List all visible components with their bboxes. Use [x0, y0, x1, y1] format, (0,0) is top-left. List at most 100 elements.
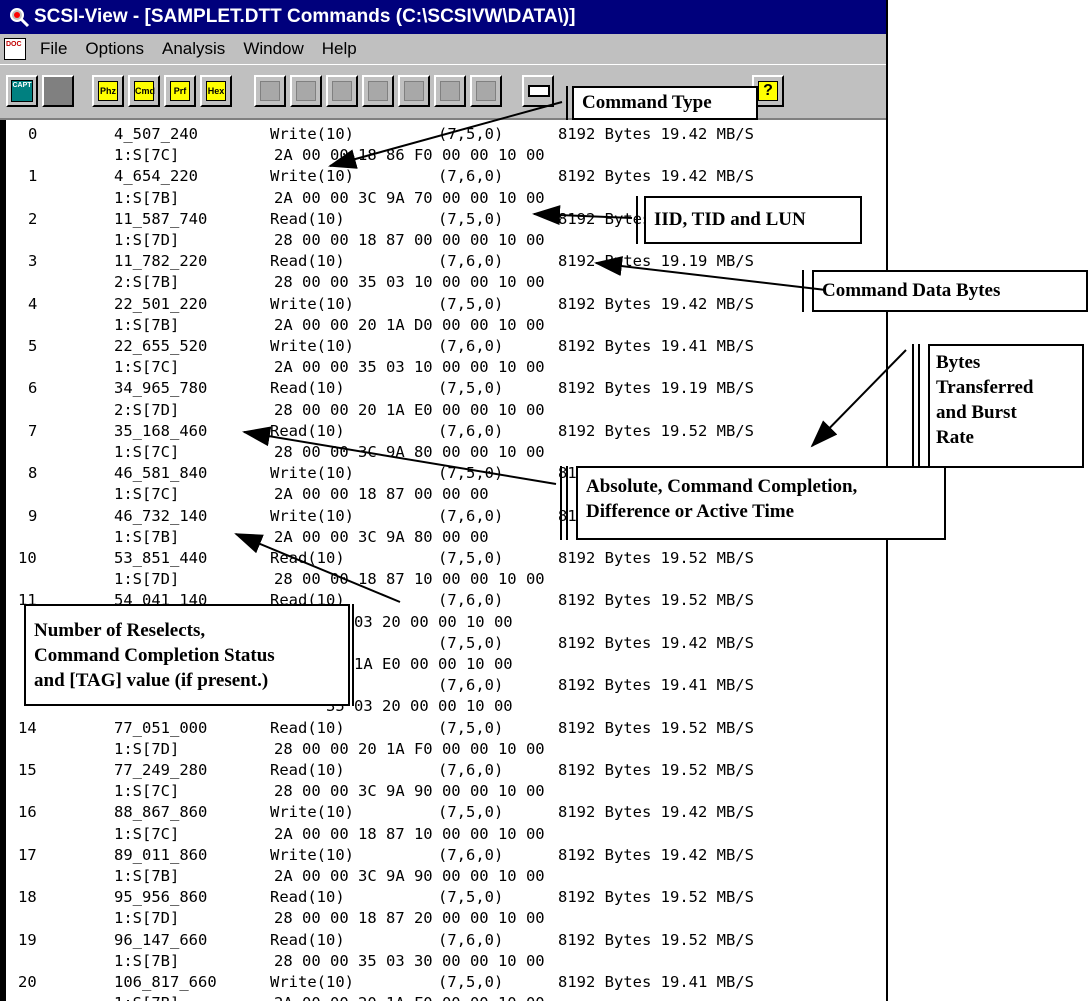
- command-bytes: 8192 Bytes 19.42 MB/S: [558, 845, 754, 864]
- scsi-view-app-icon[interactable]: [8, 6, 30, 28]
- command-idx: 7: [28, 421, 38, 440]
- command-cmd: Read(10): [270, 761, 345, 779]
- command-idx: 8: [28, 464, 38, 483]
- command-ids: (7,6,0): [438, 252, 504, 271]
- menu-help[interactable]: Help: [322, 39, 357, 59]
- command-cmd: Read(10): [270, 252, 345, 271]
- menu-file[interactable]: File: [40, 39, 67, 59]
- command-bytes: 8192 Bytes 19.42 MB/S: [558, 633, 754, 652]
- command-ids: (7,6,0): [438, 591, 504, 610]
- command-cmd: Read(10): [270, 930, 345, 949]
- menu-window[interactable]: Window: [243, 39, 303, 59]
- command-idx: 9: [28, 506, 38, 525]
- command-time: 11_587_740: [114, 209, 208, 228]
- command-idx: 18: [18, 888, 37, 907]
- title-bar[interactable]: SCSI-View - [SAMPLET.DTT Commands (C:\SC…: [0, 0, 886, 34]
- callout-completion-line: Absolute, Command Completion,: [586, 476, 858, 497]
- command-cmd: Write(10): [270, 973, 354, 991]
- command-ids: (7,5,0): [438, 464, 504, 483]
- capture-button[interactable]: CAPT: [6, 75, 38, 107]
- command-idx: 6: [28, 379, 38, 398]
- command-idx: 16: [18, 803, 37, 822]
- disabled-button-5[interactable]: [398, 75, 430, 107]
- command-data: 2A 00 00 18 87 00 00 00: [274, 485, 489, 504]
- disabled-button-3[interactable]: [326, 75, 358, 107]
- window-title: SCSI-View - [SAMPLET.DTT Commands (C:\SC…: [34, 6, 576, 27]
- disabled-icon: [368, 81, 388, 101]
- command-cmd: Read(10): [270, 379, 345, 398]
- command-data: 28 00 00 20 1A E0 00 00 10 00: [274, 400, 545, 419]
- command-sub: 1:S[7C]: [114, 485, 180, 504]
- stop-button[interactable]: [42, 75, 74, 107]
- command-idx: 5: [28, 337, 38, 355]
- command-ids: (7,5,0): [438, 803, 504, 822]
- callout-command-type-text: Command Type: [582, 92, 712, 113]
- command-sub: 1:S[7B]: [114, 951, 180, 970]
- command-bytes: 8192 Bytes 19.52 MB/S: [558, 761, 754, 779]
- bracket-line: [912, 344, 914, 468]
- command-time: 46_581_840: [114, 464, 208, 483]
- command-time: 53_851_440: [114, 549, 208, 567]
- command-bytes: 8192 Bytes 19.41 MB/S: [558, 337, 754, 355]
- command-sub: 1:S[7B]: [114, 867, 180, 885]
- command-data: 28 00 00 35 03 30 00 00 10 00: [274, 951, 545, 970]
- command-data: 28 00 00 3C 9A 80 00 00 10 00: [274, 443, 545, 461]
- command-view-button[interactable]: Cmd: [128, 75, 160, 107]
- command-bytes: 8192 Bytes 19.19 MB/S: [558, 252, 754, 271]
- command-cmd: Read(10): [270, 549, 345, 567]
- bracket-line: [566, 86, 568, 120]
- command-time: 4_507_240: [114, 125, 198, 143]
- menu-options[interactable]: Options: [85, 39, 144, 59]
- command-ids: (7,5,0): [438, 379, 504, 398]
- callout-iid-tid-lun: IID, TID and LUN: [644, 196, 862, 244]
- command-cmd: Read(10): [270, 421, 345, 440]
- command-data: 2A 00 00 20 1A D0 00 00 10 00: [274, 315, 545, 334]
- disabled-button-1[interactable]: [254, 75, 286, 107]
- phase-view-button[interactable]: Phz: [92, 75, 124, 107]
- command-time: 22_655_520: [114, 337, 208, 355]
- disabled-button-4[interactable]: [362, 75, 394, 107]
- disabled-button-2[interactable]: [290, 75, 322, 107]
- command-bytes: 8192 Bytes 19.42 MB/S: [558, 167, 754, 186]
- command-time: 77_249_280: [114, 761, 208, 779]
- command-cmd: Read(10): [270, 209, 345, 228]
- phase-icon: Phz: [98, 81, 118, 101]
- command-cmd: Write(10): [270, 464, 354, 483]
- menu-bar: File Options Analysis Window Help: [0, 34, 886, 64]
- command-sub: 1:S[7D]: [114, 739, 180, 758]
- disabled-button-7[interactable]: [470, 75, 502, 107]
- command-sub: 1:S[7C]: [114, 146, 180, 165]
- bracket-line: [802, 270, 804, 312]
- callout-bytes-line: Transferred: [936, 377, 1034, 398]
- callout-command-data-bytes-text: Command Data Bytes: [822, 280, 1001, 301]
- menu-analysis[interactable]: Analysis: [162, 39, 225, 59]
- hex-view-button[interactable]: Hex: [200, 75, 232, 107]
- command-bytes: 8192 Bytes 19.41 MB/S: [558, 676, 754, 695]
- command-time: 95_956_860: [114, 888, 208, 907]
- callout-reselects-line: Number of Reselects,: [34, 620, 206, 641]
- command-time: 88_867_860: [114, 803, 208, 822]
- command-idx: 15: [18, 761, 37, 779]
- performance-view-button[interactable]: Prf: [164, 75, 196, 107]
- document-icon[interactable]: [4, 38, 26, 60]
- command-list[interactable]: 0 4_507_240 Write(10) (7,5,0) 8192 Bytes 19.…: [0, 120, 886, 1001]
- bracket-line: [918, 344, 920, 468]
- command-data: 28 00 00 18 87 20 00 00 10 00: [274, 909, 545, 928]
- command-ids: (7,6,0): [438, 506, 504, 525]
- bracket-line: [560, 466, 562, 540]
- command-bytes: 8192 Bytes 19.42 MB/S: [558, 803, 754, 822]
- callout-bytes-line: Bytes: [936, 352, 981, 373]
- command-sub: 2:S[7D]: [114, 400, 180, 419]
- print-button[interactable]: [522, 75, 554, 107]
- bracket-line: [636, 196, 638, 244]
- command-time: 22_501_220: [114, 294, 208, 313]
- command-bytes: 8192 Bytes 19.52 MB/S: [558, 930, 754, 949]
- command-idx: 17: [18, 845, 37, 864]
- command-data: 28 00 00 20 1A F0 00 00 10 00: [274, 739, 545, 758]
- disabled-button-6[interactable]: [434, 75, 466, 107]
- callout-reselects: Number of Reselects, Command Completion …: [24, 604, 350, 706]
- command-data: 2A 00 00 3C 9A 90 00 00 10 00: [274, 867, 545, 885]
- command-data: 2A 00 00 18 86 F0 00 00 10 00: [274, 146, 545, 165]
- command-bytes: 8192 Bytes 19.19 MB/S: [558, 379, 754, 398]
- callout-iid-tid-lun-text: IID, TID and LUN: [654, 209, 806, 230]
